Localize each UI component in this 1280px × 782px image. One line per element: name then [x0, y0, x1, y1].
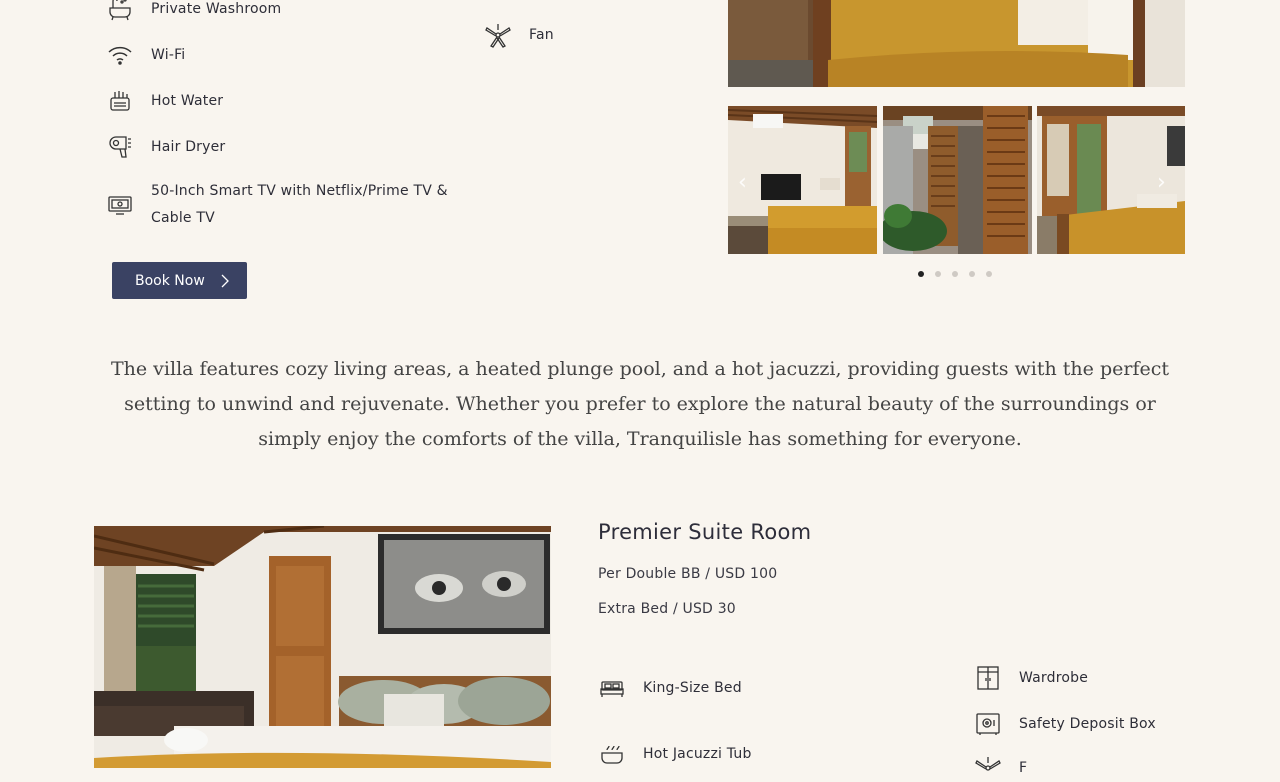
amenity-wardrobe: Wardrobe [974, 664, 1088, 692]
amenity-hot-water: Hot Water [106, 87, 223, 115]
amenity-jacuzzi: Hot Jacuzzi Tub [598, 740, 752, 768]
wifi-icon [106, 41, 134, 69]
amenity-label: Hot Water [151, 93, 224, 109]
gallery-main-photo[interactable] [728, 0, 1185, 87]
premier-suite-photo[interactable] [94, 526, 551, 768]
water-heater-icon [106, 87, 134, 115]
book-now-label: Book Now [135, 272, 205, 289]
wardrobe-icon [974, 664, 1002, 692]
gallery-pagination [918, 271, 992, 277]
amenity-label: Fan [529, 27, 554, 43]
gallery-thumb-3[interactable]: › [1037, 106, 1185, 254]
safe-icon [974, 710, 1002, 738]
gallery-dot[interactable] [986, 271, 992, 277]
gallery-next-arrow[interactable]: › [1157, 170, 1166, 195]
tv-icon [106, 191, 134, 219]
amenity-label: Wardrobe [1019, 670, 1089, 686]
amenity-label: Safety Deposit Box [1019, 716, 1156, 732]
amenity-label: Hot Jacuzzi Tub [643, 746, 752, 762]
bed-icon [598, 674, 626, 702]
chevron-right-icon [221, 274, 229, 287]
extra-bed-price: Extra Bed / USD 30 [598, 601, 736, 617]
amenity-fan-partial: F [974, 754, 1027, 782]
amenity-label: King-Size Bed [643, 680, 742, 696]
amenity-private-washroom: Private Washroom [106, 0, 281, 23]
amenity-label: Wi-Fi [151, 47, 186, 63]
gallery-thumb-2[interactable] [883, 106, 1032, 254]
amenity-label: Hair Dryer [151, 139, 226, 155]
jacuzzi-icon [598, 740, 626, 768]
gallery-thumb-1[interactable]: ‹ [728, 106, 877, 254]
villa-description: The villa features cozy living areas, a … [110, 358, 1169, 450]
amenity-label: Private Washroom [151, 1, 282, 17]
room-title: Premier Suite Room [598, 520, 812, 544]
book-now-button[interactable]: Book Now [112, 262, 247, 299]
gallery-dot[interactable] [969, 271, 975, 277]
room-price: Per Double BB / USD 100 [598, 566, 778, 582]
gallery-prev-arrow[interactable]: ‹ [738, 170, 747, 195]
bathtub-icon [106, 0, 134, 23]
gallery-dot[interactable] [935, 271, 941, 277]
fan-icon [484, 21, 512, 49]
amenity-smart-tv: 50-Inch Smart TV with Netflix/Prime TV &… [106, 178, 451, 232]
amenity-wifi: Wi-Fi [106, 41, 185, 69]
amenity-king-bed: King-Size Bed [598, 674, 742, 702]
gallery-dot[interactable] [918, 271, 924, 277]
amenity-safe: Safety Deposit Box [974, 710, 1156, 738]
gallery-dot[interactable] [952, 271, 958, 277]
amenity-fan: Fan [484, 21, 554, 49]
hair-dryer-icon [106, 133, 134, 161]
fan-icon [974, 754, 1002, 782]
amenity-hair-dryer: Hair Dryer [106, 133, 225, 161]
amenity-label: F [1019, 760, 1028, 776]
amenity-label: 50-Inch Smart TV with Netflix/Prime TV &… [151, 183, 448, 226]
